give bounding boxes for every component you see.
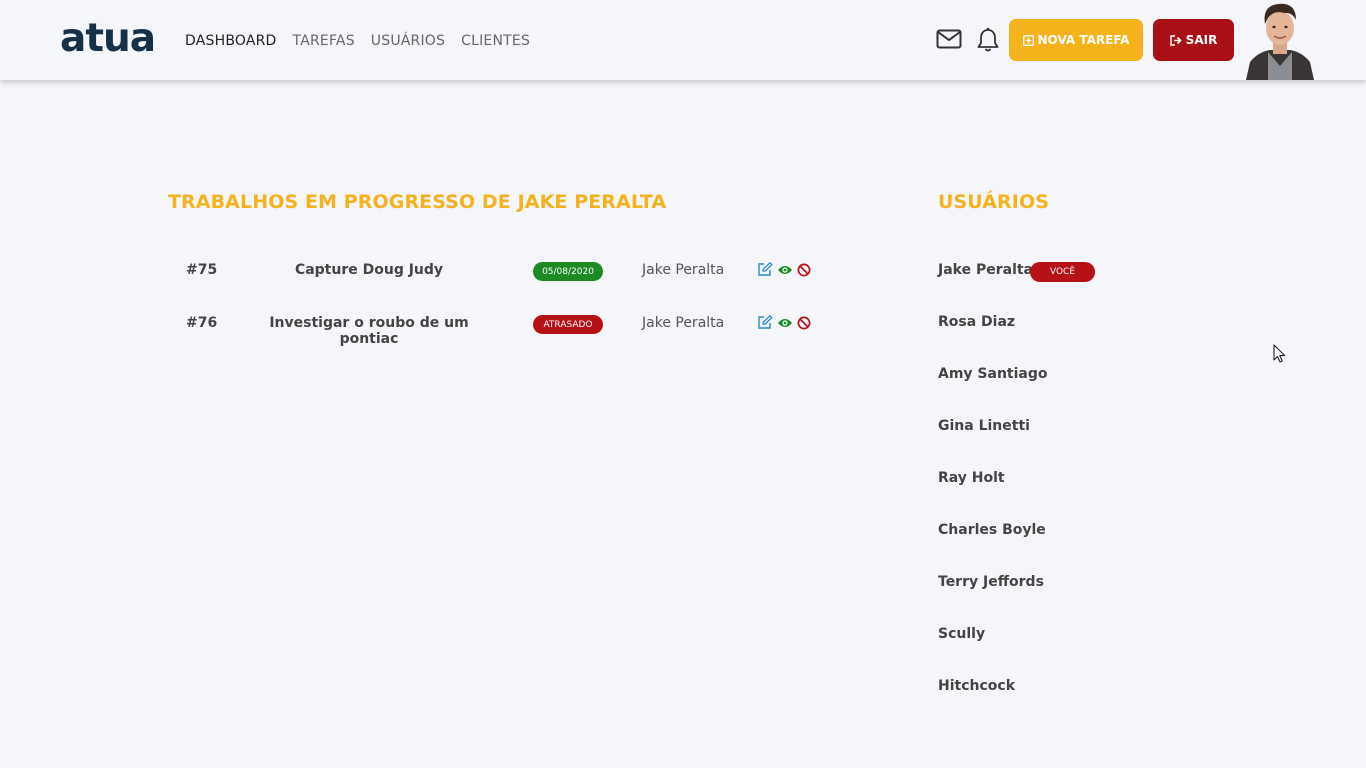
edit-icon[interactable] [757,262,773,277]
ban-icon[interactable] [797,263,811,277]
new-task-label: NOVA TAREFA [1037,33,1130,47]
avatar[interactable] [1244,0,1316,80]
edit-icon[interactable] [757,315,773,330]
nav-tarefas[interactable]: TAREFAS [293,33,355,49]
user-list-item[interactable]: Jake Peralta [938,262,1033,278]
task-row: #76 Investigar o roubo de um pontiac ATR… [168,312,828,347]
task-row: #75 Capture Doug Judy 05/08/2020 Jake Pe… [168,259,828,283]
you-badge: VOCÊ [1030,262,1095,282]
exit-button[interactable]: SAIR [1153,19,1234,61]
sign-out-icon [1169,34,1182,46]
top-navbar: atua DASHBOARD TAREFAS USUÁRIOS CLIENTES… [0,0,1366,80]
status-badge: 05/08/2020 [533,262,603,281]
nav-usuarios[interactable]: USUÁRIOS [371,33,445,49]
tasks-section-title: TRABALHOS EM PROGRESSO DE JAKE PERALTA [168,191,667,213]
task-actions [757,262,811,277]
mouse-cursor-icon [1273,344,1286,363]
nav-dashboard[interactable]: DASHBOARD [185,33,277,49]
envelope-icon[interactable] [936,29,962,49]
user-list-item[interactable]: Scully [938,626,985,642]
user-list-item[interactable]: Rosa Diaz [938,314,1015,330]
task-id: #75 [186,262,218,278]
task-name[interactable]: Investigar o roubo de um pontiac [238,315,500,347]
plus-square-icon [1022,34,1034,46]
nav-clientes[interactable]: CLIENTES [461,33,530,49]
eye-icon[interactable] [777,317,793,329]
users-section-title: USUÁRIOS [938,191,1049,213]
task-actions [757,315,811,330]
main-nav: DASHBOARD TAREFAS USUÁRIOS CLIENTES [185,33,530,49]
logo[interactable]: atua [60,16,156,61]
user-list-item[interactable]: Hitchcock [938,678,1015,694]
user-list-item[interactable]: Gina Linetti [938,418,1030,434]
eye-icon[interactable] [777,264,793,276]
status-badge: ATRASADO [533,315,603,334]
task-owner: Jake Peralta [642,262,725,278]
task-id: #76 [186,315,218,331]
exit-label: SAIR [1185,33,1218,47]
user-list-item[interactable]: Amy Santiago [938,366,1048,382]
user-list-item[interactable]: Charles Boyle [938,522,1046,538]
task-owner: Jake Peralta [642,315,725,331]
new-task-button[interactable]: NOVA TAREFA [1009,19,1143,61]
ban-icon[interactable] [797,316,811,330]
bell-icon[interactable] [976,27,1000,53]
user-list-item[interactable]: Ray Holt [938,470,1005,486]
user-list-item[interactable]: Terry Jeffords [938,574,1044,590]
task-name[interactable]: Capture Doug Judy [238,262,500,278]
